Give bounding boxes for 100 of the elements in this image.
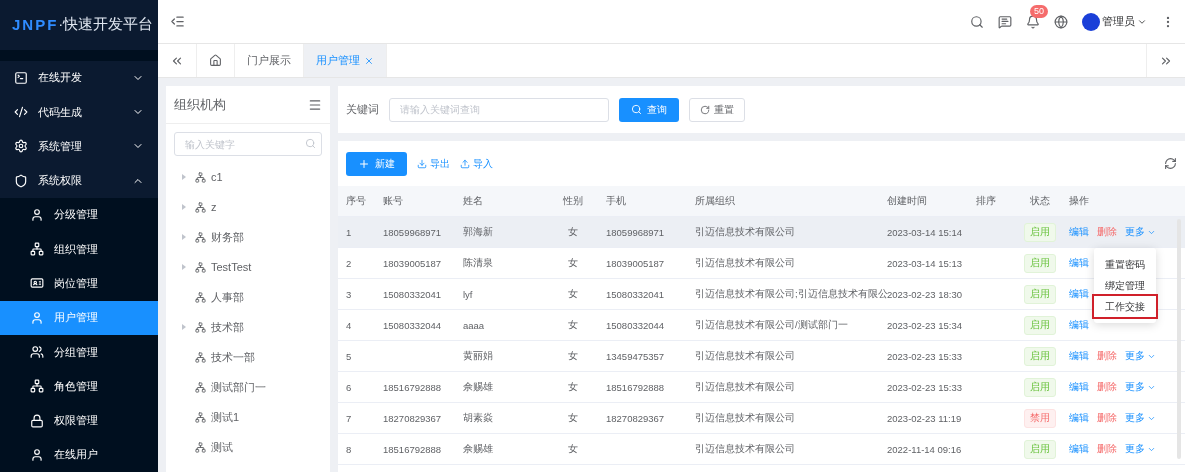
table-cell: 18270829367 [606,412,665,424]
settings-icon [14,139,28,154]
user-icon [30,310,44,325]
action-link[interactable]: 编辑 [1069,380,1089,394]
column-header: 创建时间 [887,194,927,208]
field-label: 关键词 [346,102,379,117]
table-cell: 18516792888 [606,381,665,393]
table-cell: 女 [568,442,578,456]
table-cell: 3 [346,288,352,300]
action-link[interactable]: 编辑 [1069,411,1089,425]
action-link[interactable]: 编辑 [1069,318,1089,332]
tree-item[interactable]: 技术一部 [166,342,330,372]
action-link[interactable]: 编辑 [1069,349,1089,363]
table-cell: lyf [463,288,473,300]
status-tag: 启用 [1023,315,1056,335]
tree-item[interactable]: 人事部 [166,282,330,312]
more-link[interactable]: 更多 [1125,380,1156,394]
notification-badge: 50 [1030,4,1048,18]
table-cell: 引迈信息技术有限公司 [695,256,795,270]
org-chart-icon [30,379,44,394]
table-cell: 15080332041 [383,288,442,300]
column-header: 状态 [1029,194,1050,208]
search-icon [631,104,642,115]
table-cell: 18516792888 [383,443,442,455]
action-link[interactable]: 编辑 [1069,256,1089,270]
reset-button[interactable]: 重置 [689,97,745,122]
lock-icon [30,413,44,428]
status-tag: 禁用 [1023,408,1056,428]
menu-icon[interactable] [170,14,185,29]
table-cell: 18270829367 [383,412,442,424]
org-chart-icon [195,381,206,393]
table-cell: 15080332041 [606,288,665,300]
table-cell: 8 [346,443,352,455]
tree-item[interactable]: 测试 [166,432,330,462]
column-header: 姓名 [463,194,483,208]
tree-item[interactable]: c1 [166,162,330,192]
table-cell: aaaa [463,319,485,331]
tree-item[interactable]: 测试部门一 [166,372,330,402]
table-cell: 2023-02-23 11:19 [887,412,962,424]
sidebar-group[interactable]: 在线开发 [0,60,158,95]
table-cell: 佘赐雄 [463,442,493,456]
table-cell: 18039005187 [383,257,442,269]
table-cell: 2023-03-14 15:14 [887,226,962,238]
org-chart-icon [195,441,206,453]
more-link[interactable]: 更多 [1125,411,1156,425]
column-header: 所属组织 [695,194,735,208]
table-cell: 女 [568,318,578,332]
more-link[interactable]: 更多 [1125,349,1156,363]
column-header: 手机 [606,194,626,208]
search-icon [305,138,316,149]
refresh-icon[interactable] [1164,157,1177,170]
org-chart-icon [195,231,206,243]
tree-item[interactable]: 技术部 [166,312,330,342]
column-header: 账号 [383,194,403,208]
globe-icon[interactable] [1054,14,1068,29]
search-icon[interactable] [970,14,984,29]
action-link[interactable]: 编辑 [1069,287,1089,301]
tree-item[interactable]: 财务部 [166,222,330,252]
table-cell: 佘赐雄 [463,380,493,394]
table-cell: 18059968971 [606,226,665,238]
table-cell: 2022-11-14 09:16 [887,443,962,455]
table-cell: 女 [568,349,578,363]
action-link[interactable]: 编辑 [1069,442,1089,456]
table-cell: 18516792888 [383,381,442,393]
shield-icon [14,173,28,188]
sidebar-group[interactable]: 系统权限 [0,163,158,198]
table-cell: 引迈信息技术有限公司 [695,442,795,456]
user-menu[interactable]: 管理员 [1082,12,1147,31]
column-header: 性别 [563,194,583,208]
sidebar-group[interactable]: 系统管理 [0,129,158,164]
table-cell: 引迈信息技术有限公司 [695,380,795,394]
column-header: 序号 [346,194,366,208]
status-tag: 启用 [1023,253,1056,273]
table-cell: 胡素焱 [463,411,493,425]
message-icon[interactable] [998,14,1012,29]
users-icon [30,345,44,359]
table-cell: 18039005187 [606,257,665,269]
sidebar-group[interactable]: 代码生成 [0,94,158,130]
more-link[interactable]: 更多 [1125,442,1156,456]
org-chart-icon [195,291,206,303]
plus-icon [358,157,370,170]
tree-item[interactable]: z [166,192,330,222]
org-chart-icon [30,242,44,257]
table-cell: 2023-02-23 15:34 [887,319,962,331]
org-chart-icon [195,351,206,363]
table-cell: 2023-02-23 15:33 [887,381,962,393]
table-cell: 引迈信息技术有限公司 [695,411,795,425]
org-chart-icon [195,171,206,183]
download-icon [417,158,427,169]
app-logo: JNPF·快速开发平台 [0,0,158,50]
menu-item[interactable]: 重置密码 [1094,254,1156,275]
user-icon [30,207,44,222]
bell-icon[interactable] [1026,14,1040,29]
table-cell: 陈清泉 [463,256,493,270]
menu-icon[interactable] [308,97,322,112]
tree-item[interactable]: TestTest [166,252,330,282]
status-tag: 启用 [1023,222,1056,242]
table-cell: 18059968971 [383,226,442,238]
tree-item[interactable]: 测试1 [166,402,330,432]
org-chart-icon [195,411,206,423]
